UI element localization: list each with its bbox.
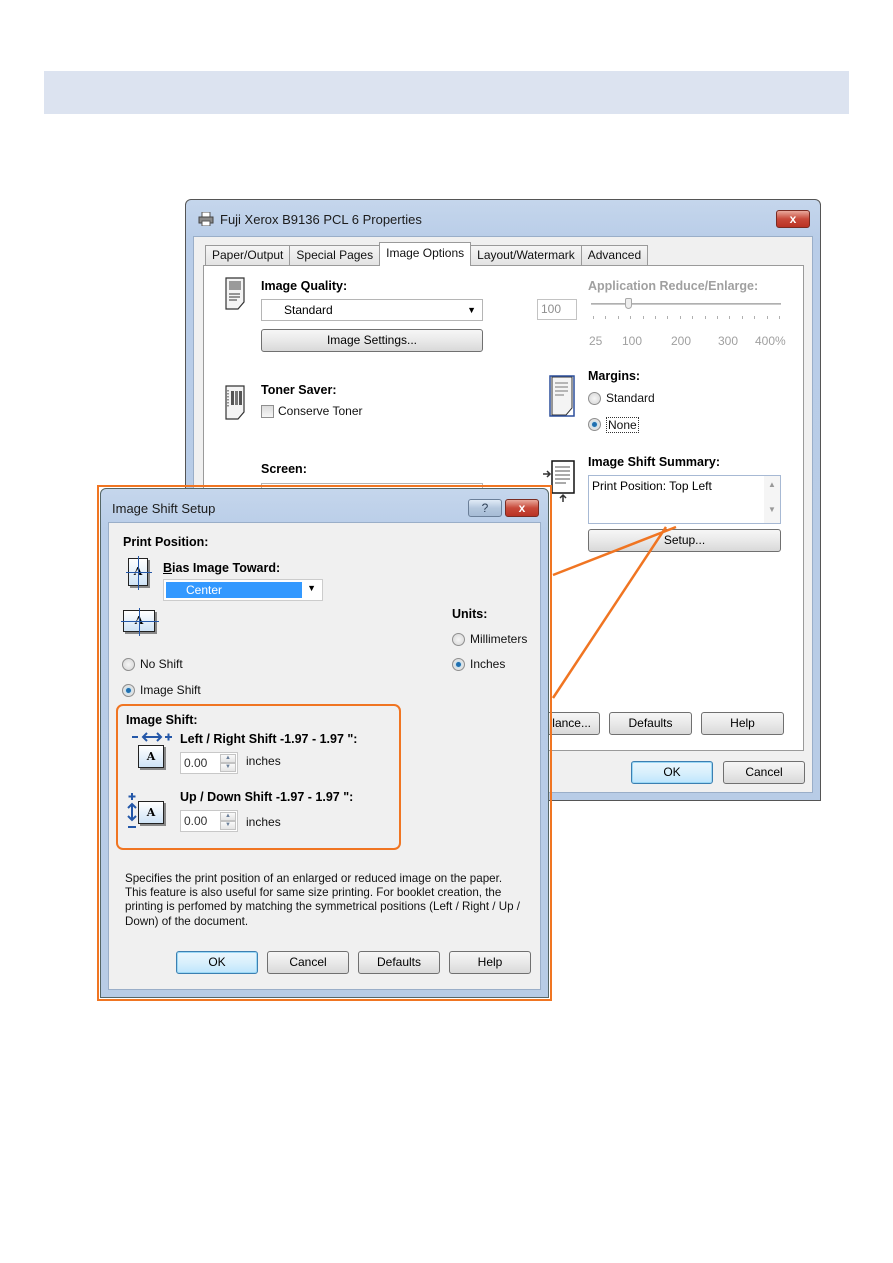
help-button[interactable]: Help (449, 951, 531, 974)
no-shift-radio[interactable] (122, 658, 135, 671)
bias-page-icon: A (126, 556, 152, 590)
vertical-shift-arrows-icon (127, 793, 137, 828)
left-right-page-icon: A (138, 745, 164, 768)
decrement-icon[interactable]: ▼ (220, 763, 236, 772)
image-shift-setup-dialog: Image Shift Setup ? x Print Position: A … (97, 485, 552, 1001)
callout-line-upper (552, 525, 677, 577)
help-title-button[interactable]: ? (468, 499, 502, 517)
decrement-icon[interactable]: ▼ (220, 821, 236, 830)
dialog-title: Image Shift Setup (112, 501, 216, 516)
horizontal-shift-arrows-icon (132, 732, 172, 742)
question-icon: ? (481, 501, 489, 515)
left-right-shift-value: 0.00 (184, 756, 208, 770)
image-shift-group-label: Image Shift: (126, 713, 198, 727)
ok-button[interactable]: OK (176, 951, 258, 974)
left-right-spinner[interactable]: ▲ ▼ (220, 754, 236, 772)
bias-image-toward-value: Center (166, 582, 302, 598)
up-down-spinner[interactable]: ▲ ▼ (220, 812, 236, 830)
description-text: Specifies the print position of an enlar… (125, 872, 520, 928)
left-right-unit: inches (246, 754, 281, 768)
cancel-button[interactable]: Cancel (267, 951, 349, 974)
up-down-shift-label: Up / Down Shift -1.97 - 1.97 ": (180, 790, 354, 804)
bias-image-toward-label: Bias Image Toward: (163, 561, 281, 575)
close-button[interactable]: x (505, 499, 539, 517)
image-shift-radio[interactable] (122, 684, 135, 697)
print-position-label: Print Position: (123, 535, 209, 549)
up-down-page-icon: A (138, 801, 164, 824)
units-label: Units: (452, 607, 488, 621)
left-right-shift-label: Left / Right Shift -1.97 - 1.97 ": (180, 732, 358, 746)
dialog-frame: Image Shift Setup ? x Print Position: A … (100, 488, 549, 998)
bias-landscape-icon: A (121, 608, 159, 636)
up-down-unit: inches (246, 815, 281, 829)
chevron-down-icon: ▼ (307, 583, 316, 593)
bias-image-toward-dropdown[interactable]: Center ▼ (163, 579, 323, 601)
image-shift-radio-label[interactable]: Image Shift (140, 683, 201, 697)
tab-image-options[interactable]: Image Options (379, 242, 472, 266)
units-inches-radio[interactable] (452, 658, 465, 671)
units-inches-label[interactable]: Inches (470, 657, 505, 671)
left-right-shift-input[interactable]: 0.00 ▲ ▼ (180, 752, 238, 774)
units-millimeters-label[interactable]: Millimeters (470, 632, 527, 646)
defaults-button[interactable]: Defaults (358, 951, 440, 974)
increment-icon[interactable]: ▲ (220, 812, 236, 821)
up-down-shift-value: 0.00 (184, 814, 208, 828)
close-icon: x (518, 501, 526, 515)
units-millimeters-radio[interactable] (452, 633, 465, 646)
dialog-body: Print Position: A Bias Image Toward: Cen… (108, 522, 541, 990)
increment-icon[interactable]: ▲ (220, 754, 236, 763)
no-shift-label[interactable]: No Shift (140, 657, 183, 671)
up-down-shift-input[interactable]: 0.00 ▲ ▼ (180, 810, 238, 832)
